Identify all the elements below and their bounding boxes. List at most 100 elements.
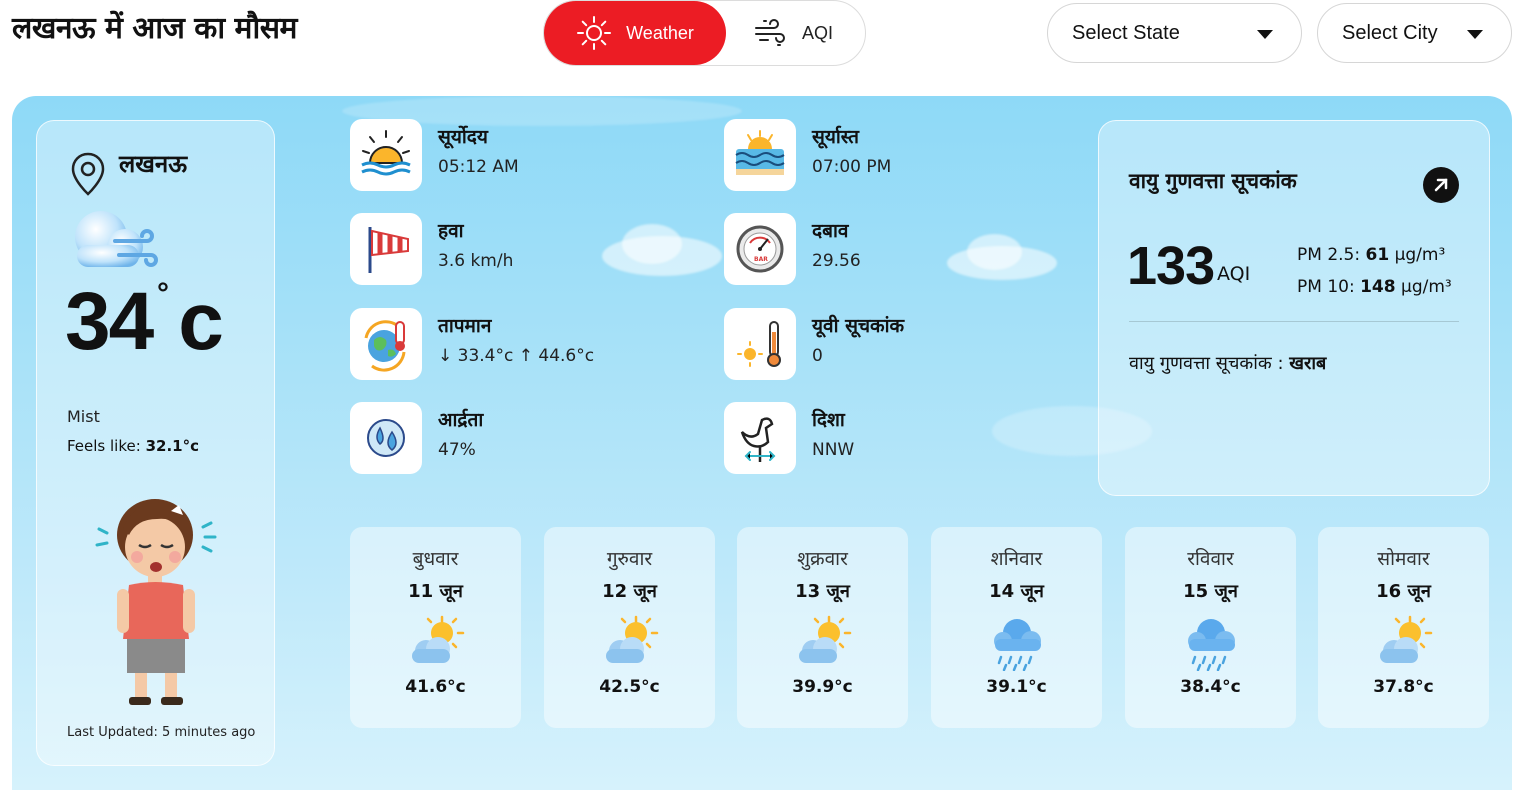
wind-icon: [755, 19, 785, 46]
stat-label: सूर्योदय: [438, 126, 488, 148]
current-weather-card: लखनऊ 34 ° c Mist Feels like: 32.1°c Last…: [36, 120, 275, 766]
sun-behind-cloud-icon: [1380, 615, 1433, 663]
temperature-unit: c: [178, 276, 224, 367]
aqi-card: वायु गुणवत्ता सूचकांक 133 AQI PM 2.5: 61…: [1098, 120, 1490, 496]
tab-aqi-label: AQI: [802, 22, 834, 43]
stat-label: हवा: [438, 220, 464, 242]
stat-value: NNW: [812, 440, 855, 460]
divider: [1129, 321, 1459, 322]
stat-label: दबाव: [812, 220, 849, 242]
barometer-icon: BAR: [724, 213, 796, 285]
forecast-date: 15 जून: [1183, 581, 1238, 602]
location-pin-icon: [71, 152, 105, 196]
stat-label: सूर्यास्त: [812, 126, 860, 148]
city-name: लखनऊ: [119, 150, 188, 178]
stat-label: दिशा: [812, 409, 845, 431]
stat-value: ↓ 33.4°c ↑ 44.6°c: [438, 346, 595, 366]
feels-like-value: 32.1°c: [145, 437, 199, 455]
sun-behind-cloud-icon: [412, 615, 465, 663]
forecast-day: सोमवार: [1377, 548, 1430, 570]
tab-aqi[interactable]: AQI: [752, 1, 862, 65]
stat-sunset: सूर्यास्त 07:00 PM: [724, 119, 1064, 191]
forecast-temp: 38.4°c: [1180, 677, 1241, 697]
forecast-temp: 39.1°c: [986, 677, 1047, 697]
hot-boy-illustration: [95, 499, 217, 705]
aqi-unit: AQI: [1217, 263, 1251, 285]
forecast-day-card[interactable]: बुधवार 11 जून 41.6°c: [350, 527, 521, 728]
forecast-temp: 37.8°c: [1373, 677, 1434, 697]
weather-panel: लखनऊ 34 ° c Mist Feels like: 32.1°c Last…: [12, 96, 1512, 790]
degree-symbol: °: [157, 277, 169, 310]
aqi-title: वायु गुणवत्ता सूचकांक: [1129, 169, 1297, 193]
temperature-value: 34: [65, 276, 154, 367]
sun-behind-cloud-icon: [606, 615, 659, 663]
humidity-icon: [350, 402, 422, 474]
stat-label: आर्द्रता: [438, 409, 484, 431]
rain-cloud-icon: [994, 619, 1041, 671]
forecast-date: 13 जून: [795, 581, 850, 602]
city-select-value: Select City: [1342, 21, 1438, 44]
feels-like: Feels like: 32.1°c: [67, 437, 199, 455]
windsock-icon: [350, 213, 422, 285]
aqi-status-label: वायु गुणवत्ता सूचकांक :: [1129, 353, 1284, 374]
stat-humidity: आर्द्रता 47%: [350, 402, 690, 474]
stat-pressure: BAR दबाव 29.56: [724, 213, 1064, 285]
forecast-temp: 39.9°c: [792, 677, 853, 697]
forecast-day: बुधवार: [412, 548, 459, 570]
forecast-day-card[interactable]: रविवार 15 जून 38.4°c: [1125, 527, 1296, 728]
stat-value: 0: [812, 346, 823, 366]
stat-label: तापमान: [438, 315, 492, 337]
forecast-day: रविवार: [1187, 548, 1234, 570]
feels-like-label: Feels like:: [67, 437, 141, 455]
pm25-value: 61: [1365, 245, 1390, 265]
pm25-reading: PM 2.5: 61 µg/m³: [1297, 245, 1445, 265]
pm25-label: PM 2.5:: [1297, 245, 1361, 265]
sunrise-icon: [350, 119, 422, 191]
stat-wind: हवा 3.6 km/h: [350, 213, 690, 285]
page-title: लखनऊ में आज का मौसम: [12, 11, 297, 46]
stat-value: 07:00 PM: [812, 157, 892, 177]
state-select[interactable]: Select State: [1047, 3, 1302, 63]
view-tabs: Weather AQI: [543, 0, 866, 66]
forecast-day: गुरुवार: [606, 548, 653, 570]
stat-value: 05:12 AM: [438, 157, 519, 177]
stat-value: 47%: [438, 440, 476, 460]
forecast-day-card[interactable]: शनिवार 14 जून 39.1°c: [931, 527, 1102, 728]
stat-temperature: तापमान ↓ 33.4°c ↑ 44.6°c: [350, 308, 690, 380]
aqi-status-value: खराब: [1289, 353, 1327, 374]
forecast-day-card[interactable]: गुरुवार 12 जून 42.5°c: [544, 527, 715, 728]
tab-weather-label: Weather: [626, 22, 694, 43]
last-updated: Last Updated: 5 minutes ago: [67, 725, 256, 740]
chevron-down-icon: [1257, 30, 1273, 39]
tab-weather[interactable]: Weather: [544, 1, 726, 65]
forecast-temp: 41.6°c: [405, 677, 466, 697]
uv-index-icon: [724, 308, 796, 380]
chevron-down-icon: [1467, 30, 1483, 39]
arrow-up-right-icon: [1434, 178, 1448, 192]
forecast-day: शुक्रवार: [797, 548, 848, 570]
stat-sunrise: सूर्योदय 05:12 AM: [350, 119, 690, 191]
sunset-icon: [724, 119, 796, 191]
sun-behind-cloud-icon: [799, 615, 852, 663]
pm10-reading: PM 10: 148 µg/m³: [1297, 277, 1452, 297]
forecast-day-card[interactable]: सोमवार 16 जून 37.8°c: [1318, 527, 1489, 728]
forecast-day-card[interactable]: शुक्रवार 13 जून 39.9°c: [737, 527, 908, 728]
pm10-label: PM 10:: [1297, 277, 1355, 297]
weathervane-icon: [724, 402, 796, 474]
forecast-date: 16 जून: [1376, 581, 1431, 602]
sun-icon: [577, 16, 612, 50]
aqi-details-button[interactable]: [1423, 167, 1459, 203]
forecast-temp: 42.5°c: [599, 677, 660, 697]
stat-label: यूवी सूचकांक: [812, 315, 905, 337]
rain-cloud-icon: [1188, 619, 1235, 671]
weather-condition: Mist: [67, 407, 100, 426]
svg-text:BAR: BAR: [754, 256, 768, 263]
current-temperature: 34 ° c: [65, 277, 224, 363]
city-select[interactable]: Select City: [1317, 3, 1512, 63]
stat-direction: दिशा NNW: [724, 402, 1064, 474]
temperature-globe-icon: [350, 308, 422, 380]
pm10-unit: µg/m³: [1401, 277, 1452, 297]
aqi-value: 133: [1127, 236, 1215, 296]
stat-value: 3.6 km/h: [438, 251, 514, 271]
pm25-unit: µg/m³: [1394, 245, 1446, 265]
